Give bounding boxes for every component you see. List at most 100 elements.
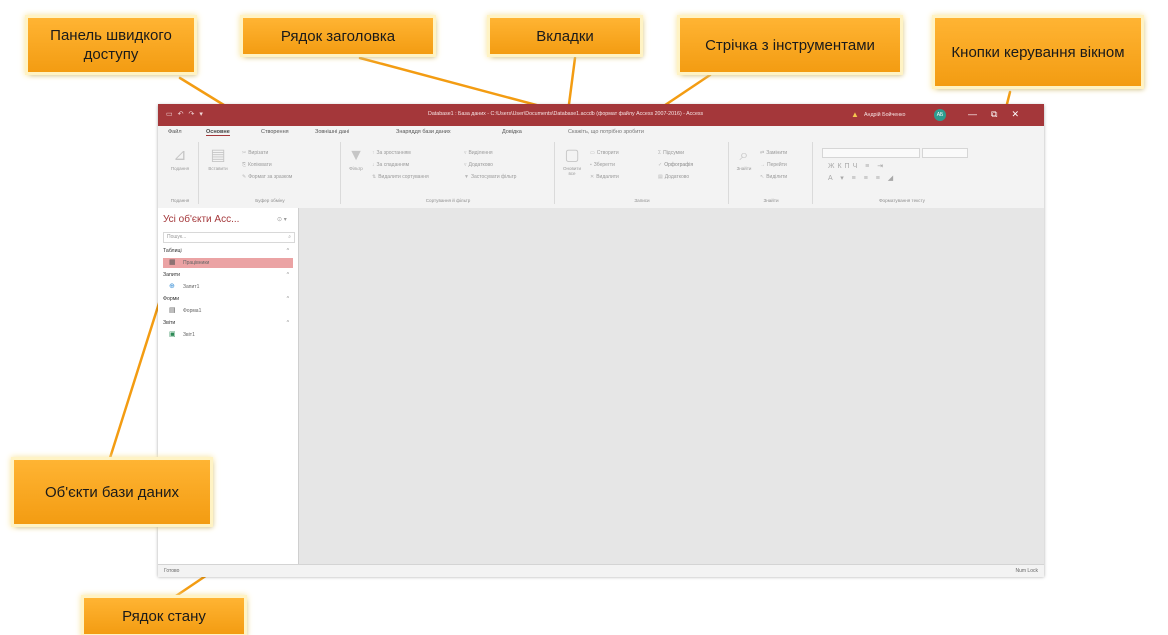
nav-item-query[interactable]: ⊕ Запит1 — [163, 282, 293, 292]
nav-section-queries[interactable]: Запити ^ — [163, 270, 293, 280]
delete-icon: ✕ — [590, 174, 595, 180]
tab-create[interactable]: Створення — [261, 129, 289, 135]
view-icon: ⊿ — [173, 147, 187, 164]
tab-home[interactable]: Основне — [206, 129, 230, 136]
format-painter-button[interactable]: ✎ Формат за зразком — [242, 174, 292, 180]
tab-external-data[interactable]: Зовнішні дані — [315, 129, 349, 135]
customize-qat-icon[interactable]: ▾ — [199, 110, 203, 120]
nav-section-forms[interactable]: Форми ^ — [163, 294, 293, 304]
remove-sort-button[interactable]: ⇅ Видалити сортування — [372, 174, 429, 180]
nav-search-input[interactable]: Пошук... ⌕ — [163, 232, 295, 243]
selection-button[interactable]: ▿ Виділення — [464, 150, 493, 156]
cut-label: Вирізати — [248, 150, 269, 156]
font-name-select[interactable] — [822, 148, 920, 158]
format-buttons-row2[interactable]: A ▾ ≡ ≡ ≡ ◢ — [828, 174, 896, 182]
callout-quick-access: Панель швидкого доступу — [28, 18, 194, 72]
group-sort-filter: ▼ Фільтр ↑ За зростанням ↓ За спаданням ⇅ В… — [342, 142, 555, 204]
paste-icon: ▤ — [210, 147, 226, 164]
replace-label: Замінити — [766, 150, 788, 156]
view-button[interactable]: ⊿ Подання — [168, 146, 192, 176]
callout-ribbon: Стрічка з інструментами — [680, 18, 900, 72]
replace-button[interactable]: ⇄ Замінити — [760, 150, 787, 156]
nav-item-report[interactable]: ▣ Звіт1 — [163, 330, 293, 340]
view-label: Подання — [170, 166, 190, 171]
more-button[interactable]: ▤ Додатково — [658, 174, 689, 180]
callout-line-objects — [108, 298, 162, 460]
delete-record-button[interactable]: ✕ Видалити — [590, 174, 619, 180]
nav-pane-controls[interactable]: ⊙ ▾ — [277, 216, 287, 223]
remove-sort-icon: ⇅ — [372, 174, 377, 180]
save-label: Зберегти — [593, 162, 615, 168]
group-label: Буфер обміну — [255, 198, 285, 203]
undo-icon[interactable]: ↶ — [178, 110, 184, 120]
copy-label: Копіювати — [248, 162, 272, 168]
refresh-icon: ▢ — [564, 147, 580, 164]
spelling-button[interactable]: ✓ Орфографія — [658, 162, 693, 168]
ribbon-tabs: Файл Основне Створення Зовнішні дані Зна… — [158, 126, 1044, 138]
workspace — [299, 208, 1044, 564]
item-label: Працівники — [183, 260, 210, 266]
toggle-filter-label: Застосувати фільтр — [470, 174, 517, 180]
nav-item-form[interactable]: ▤ Форма1 — [163, 306, 293, 316]
close-button[interactable]: ✕ — [1011, 108, 1019, 121]
advanced-filter-button[interactable]: ▿ Додатково — [464, 162, 493, 168]
sort-ascending-button[interactable]: ↑ За зростанням — [372, 150, 411, 156]
restore-button[interactable]: ⧉ — [991, 108, 997, 121]
toggle-filter-button[interactable]: ▼ Застосувати фільтр — [464, 174, 516, 180]
access-window: ▭ ↶ ↷ ▾ Database1 : База даних - C:\User… — [158, 104, 1044, 577]
refresh-label: Оновити все — [563, 166, 581, 176]
delete-label: Видалити — [596, 174, 619, 180]
chevron-up-icon: ^ — [286, 272, 289, 278]
copy-icon: ⎘ — [242, 162, 247, 168]
select-icon: ↖ — [760, 174, 765, 180]
section-label: Звіти — [163, 320, 176, 326]
minimize-button[interactable]: — — [968, 108, 977, 121]
table-icon: ▦ — [169, 259, 176, 266]
item-label: Звіт1 — [183, 332, 195, 338]
new-label: Створити — [596, 150, 619, 156]
redo-icon[interactable]: ↷ — [189, 110, 195, 120]
section-label: Таблиці — [163, 248, 182, 254]
ribbon: ⊿ Подання Подання ▤ Вставити ✂ Вирізати ⎘… — [158, 138, 1044, 209]
copy-button[interactable]: ⎘ Копіювати — [242, 162, 272, 168]
format-buttons-row1[interactable]: ЖКПЧ ≡ ⇥ — [828, 162, 886, 170]
section-label: Запити — [163, 272, 180, 278]
search-icon: ⌕ — [288, 234, 291, 240]
nav-item-table[interactable]: ▦ Працівники — [163, 258, 293, 268]
paste-button[interactable]: ▤ Вставити — [206, 146, 230, 176]
tab-database-tools[interactable]: Знаряддя бази даних — [396, 129, 451, 135]
callout-status-bar: Рядок стану — [84, 598, 244, 634]
save-icon[interactable]: ▭ — [166, 110, 173, 120]
nav-pane-title[interactable]: Усі об'єкти Acc... — [163, 214, 239, 225]
user-name[interactable]: Андрій Бойченко — [864, 112, 905, 118]
search-placeholder: Пошук... — [167, 234, 187, 240]
avatar[interactable]: АБ — [934, 109, 946, 121]
query-icon: ⊕ — [169, 283, 175, 290]
toggle-filter-icon: ▼ — [464, 174, 469, 180]
select-button[interactable]: ↖ Виділити — [760, 174, 787, 180]
sort-asc-icon: ↑ — [372, 150, 375, 156]
font-size-select[interactable] — [922, 148, 968, 158]
goto-button[interactable]: → Перейти — [760, 162, 787, 168]
title-bar: ▭ ↶ ↷ ▾ Database1 : База даних - C:\User… — [158, 104, 1044, 126]
new-record-button[interactable]: ▭ Створити — [590, 150, 619, 156]
tell-me-box[interactable]: Скажіть, що потрібно зробити — [568, 129, 644, 135]
tab-file[interactable]: Файл — [168, 129, 182, 135]
more-label: Додатково — [664, 174, 690, 180]
group-label: Сортування й фільтр — [425, 198, 471, 203]
spelling-icon: ✓ — [658, 162, 663, 168]
totals-button[interactable]: Σ Підсумки — [658, 150, 684, 156]
nav-section-reports[interactable]: Звіти ^ — [163, 318, 293, 328]
nav-section-tables[interactable]: Таблиці ^ — [163, 246, 293, 256]
callout-window-buttons: Кнопки керування вікном — [935, 18, 1141, 86]
selection-icon: ▿ — [464, 150, 467, 156]
refresh-all-button[interactable]: ▢ Оновити все — [560, 146, 584, 176]
find-label: Знайти — [736, 166, 752, 171]
cut-button[interactable]: ✂ Вирізати — [242, 150, 268, 156]
find-button[interactable]: ⌕ Знайти — [732, 146, 756, 176]
tab-help[interactable]: Довідка — [502, 129, 522, 135]
group-views: ⊿ Подання Подання — [162, 142, 199, 204]
sort-descending-button[interactable]: ↓ За спаданням — [372, 162, 409, 168]
filter-button[interactable]: ▼ Фільтр — [344, 146, 368, 176]
save-record-button[interactable]: ▪ Зберегти — [590, 162, 615, 168]
